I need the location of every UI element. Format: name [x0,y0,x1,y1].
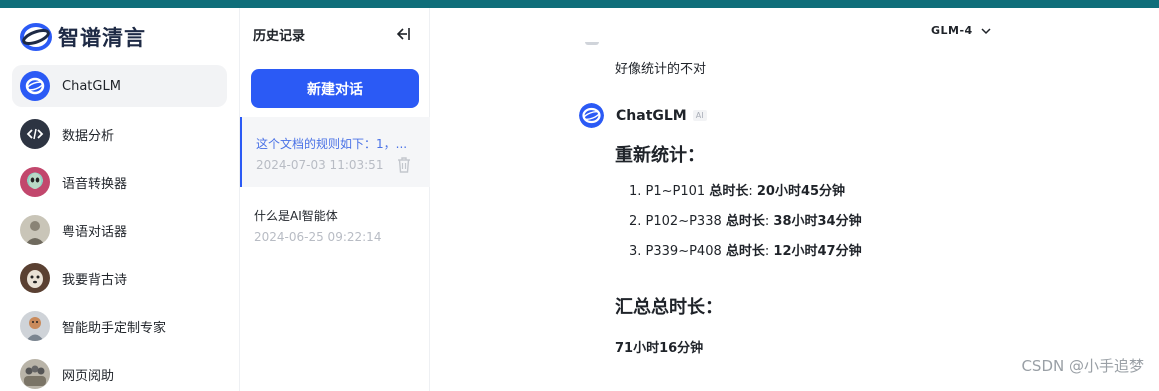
new-chat-button[interactable]: 新建对话 [251,69,419,108]
alien-avatar-icon [20,167,50,197]
model-selector[interactable]: GLM-4 [931,24,992,37]
agent-item-cantonese-chat[interactable]: 粤语对话器 [12,209,227,251]
model-label: GLM-4 [931,24,973,37]
top-accent-bar [0,0,1159,8]
history-item-date: 2024-06-25 09:22:14 [254,230,382,244]
bot-name: ChatGLM [616,107,687,124]
agent-item-chatglm[interactable]: ChatGLM [12,65,227,107]
ai-badge: AI [692,110,707,121]
agent-label: 语音转换器 [62,176,128,192]
history-item[interactable]: 这个文档的规则如下：1，... 2024-07-03 11:03:51 [240,117,430,187]
agent-item-voice-converter[interactable]: 语音转换器 [12,161,227,203]
history-item[interactable]: 什么是AI智能体 2024-06-25 09:22:14 [240,189,430,259]
brand[interactable]: 智谱清言 [20,22,146,52]
chat-main: GLM-4 好像统计的不对 ChatGLM AI 重新统计： 1. P1~P10… [431,8,1159,391]
chevron-down-icon [981,27,991,34]
chatglm-logo-icon [20,71,50,101]
agent-label: 智能助手定制专家 [62,320,167,336]
agent-label: 网页阅助 [62,368,115,384]
person-avatar-icon [20,215,50,245]
history-item-date: 2024-07-03 11:03:51 [256,158,384,172]
collapse-panel-icon[interactable] [392,24,412,44]
agent-item-ancient-poems[interactable]: 我要背古诗 [12,257,227,299]
agent-label: ChatGLM [62,78,121,94]
response-heading: 重新统计： [615,145,705,166]
list-item: 2. P102~P338 总时长: 38小时34分钟 [629,214,862,229]
code-icon [20,119,50,149]
total-duration: 71小时16分钟 [615,341,704,356]
trash-icon[interactable] [396,156,412,174]
zhipu-logo-icon [20,23,52,51]
agent-item-assistant-customizer[interactable]: 智能助手定制专家 [12,305,227,347]
agent-label: 我要背古诗 [62,272,128,288]
group-avatar-icon [20,359,50,389]
history-item-title: 这个文档的规则如下：1，... [256,137,408,151]
agent-item-data-analysis[interactable]: 数据分析 [12,113,227,155]
robot-avatar-icon [20,311,50,341]
agent-label: 粤语对话器 [62,224,128,240]
csdn-watermark: CSDN @小手追梦 [1021,357,1144,375]
list-item: 3. P339~P408 总时长: 12小时47分钟 [629,244,862,259]
agent-item-web-reading[interactable]: 网页阅助 [12,353,227,391]
agent-label: 数据分析 [62,128,115,144]
history-title: 历史记录 [253,29,306,44]
previous-message-edge [585,42,599,45]
user-message: 好像统计的不对 [615,62,707,77]
bot-header: ChatGLM AI [579,103,707,128]
history-panel: 历史记录 新建对话 这个文档的规则如下：1，... 2024-07-03 11:… [240,8,430,391]
list-item: 1. P1~P101 总时长: 20小时45分钟 [629,184,846,199]
chatglm-logo-icon [579,103,604,128]
history-item-title: 什么是AI智能体 [254,209,338,223]
brand-name: 智谱清言 [58,26,146,50]
dog-avatar-icon [20,263,50,293]
stat-list: 1. P1~P101 总时长: 20小时45分钟 2. P102~P338 总时… [629,183,862,273]
agent-sidebar: 智谱清言 ChatGLM 数据分析 语音转换器 粤语对话器 我要背古诗 智能助手… [0,8,240,391]
summary-heading: 汇总总时长： [615,297,723,318]
